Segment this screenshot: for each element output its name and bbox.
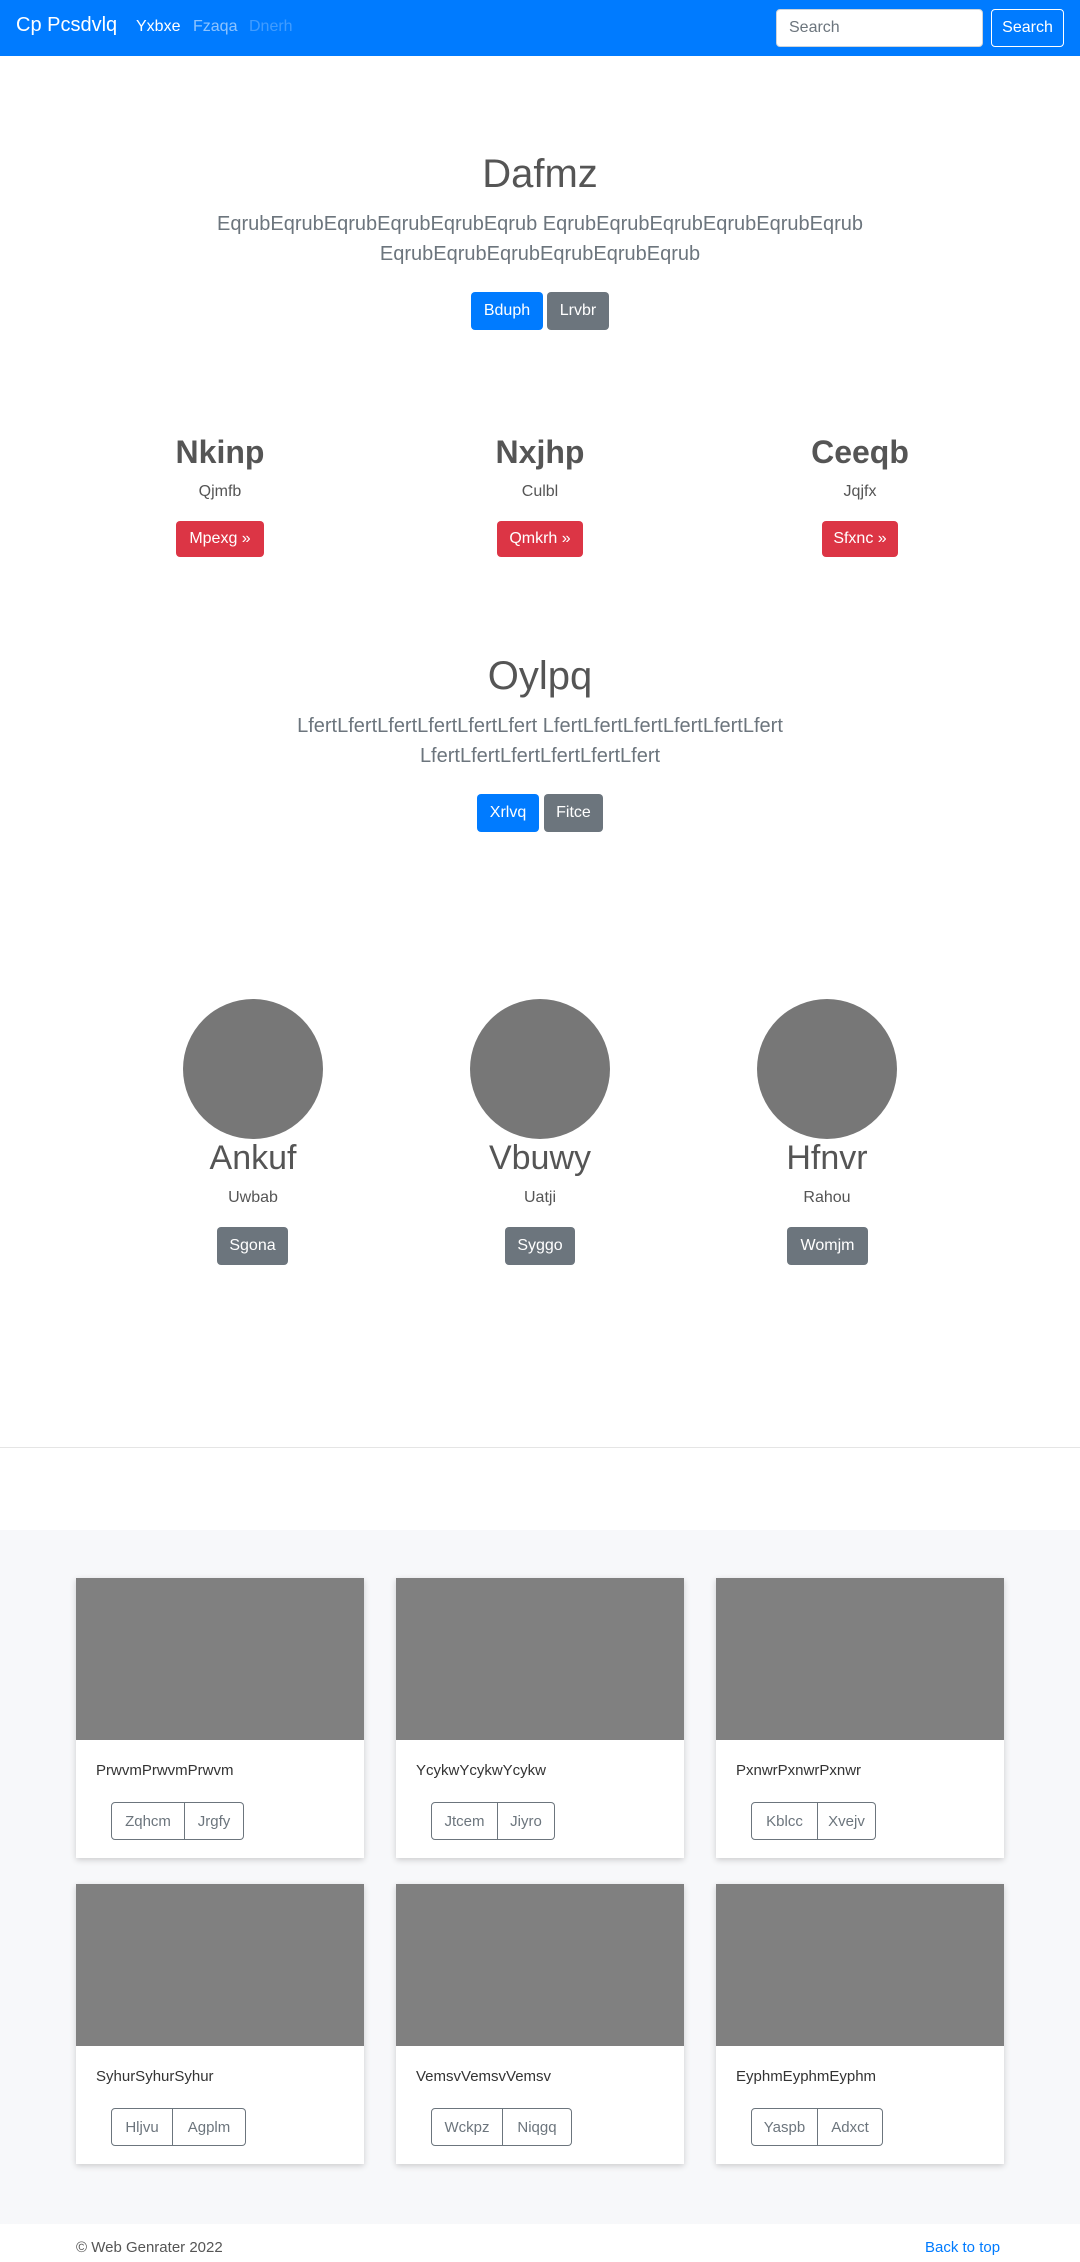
card-button-1[interactable]: Hljvu (111, 2108, 173, 2146)
feature-title-1: Nkinp (175, 434, 265, 470)
card-button-1[interactable]: Zqhcm (111, 1802, 185, 1840)
card-text: VemsvVemsvVemsv (416, 2068, 552, 2085)
card-button-group: Zqhcm Jrgfy (111, 1802, 244, 1840)
nav-link-yxbxe[interactable]: Yxbxe (136, 18, 180, 36)
search-button[interactable]: Search (991, 9, 1064, 47)
feature-sub-3: Jqjfx (843, 483, 877, 500)
card-button-2[interactable]: Adxct (818, 2108, 883, 2146)
person-name-3: Hfnvr (786, 1139, 868, 1177)
album-section: PrwvmPrwvmPrwvm Zqhcm Jrgfy YcykwYcykwYc… (0, 1530, 1080, 2224)
card-image (76, 1884, 364, 2046)
person-sub-1: Uwbab (228, 1189, 278, 1206)
feature-sub-1: Qjmfb (198, 483, 242, 500)
navbar-brand[interactable]: Cp Pcsdvlq (16, 14, 117, 37)
hero2-secondary-button[interactable]: Fitce (544, 794, 603, 832)
card-text: EyphmEyphmEyphm (736, 2068, 877, 2085)
card-text: PrwvmPrwvmPrwvm (96, 1762, 234, 1779)
card-image (76, 1578, 364, 1740)
person-avatar-1 (183, 999, 323, 1139)
person-button-3[interactable]: Womjm (787, 1227, 868, 1265)
card-button-2[interactable]: Agplm (173, 2108, 246, 2146)
hero1-title: Dafmz (482, 152, 598, 196)
card-5: VemsvVemsvVemsv Wckpz Niqgq (396, 1884, 684, 2164)
feature-button-2[interactable]: Qmkrh » (497, 521, 583, 557)
hero2-title: Oylpq (487, 654, 593, 698)
hero2-primary-button[interactable]: Xrlvq (477, 794, 539, 832)
search-input[interactable] (776, 9, 983, 47)
card-button-1[interactable]: Jtcem (431, 1802, 498, 1840)
card-text: PxnwrPxnwrPxnwr (736, 1762, 862, 1779)
card-1: PrwvmPrwvmPrwvm Zqhcm Jrgfy (76, 1578, 364, 1858)
back-to-top-link[interactable]: Back to top (925, 2239, 1000, 2256)
feature-sub-2: Culbl (521, 483, 559, 500)
feature-title-2: Nxjhp (495, 434, 585, 470)
card-button-group: Wckpz Niqgq (431, 2108, 572, 2146)
card-6: EyphmEyphmEyphm Yaspb Adxct (716, 1884, 1004, 2164)
hero2-lead-line2: LfertLfertLfertLfertLfertLfert (419, 745, 661, 767)
card-image (716, 1578, 1004, 1740)
card-2: YcykwYcykwYcykw Jtcem Jiyro (396, 1578, 684, 1858)
card-image (396, 1578, 684, 1740)
nav-link-dnerh: Dnerh (249, 18, 293, 35)
card-button-1[interactable]: Kblcc (751, 1802, 818, 1840)
card-button-2[interactable]: Xvejv (818, 1802, 876, 1840)
card-button-1[interactable]: Yaspb (751, 2108, 818, 2146)
feature-button-3[interactable]: Sfxnc » (822, 521, 898, 557)
hero1-primary-button[interactable]: Bduph (471, 292, 543, 330)
card-button-1[interactable]: Wckpz (431, 2108, 503, 2146)
hero1-lead-line1: EqrubEqrubEqrubEqrubEqrubEqrub EqrubEqru… (217, 213, 863, 235)
person-sub-2: Uatji (523, 1189, 556, 1206)
hero2-lead-line1: LfertLfertLfertLfertLfertLfert LfertLfer… (297, 715, 783, 737)
hero1-lead-line2: EqrubEqrubEqrubEqrubEqrubEqrub (379, 243, 701, 265)
card-button-2[interactable]: Jiyro (498, 1802, 555, 1840)
footer-copyright: © Web Genrater 2022 (76, 2239, 223, 2256)
feature-button-1[interactable]: Mpexg » (176, 521, 264, 557)
person-sub-3: Rahou (803, 1189, 851, 1206)
card-4: SyhurSyhurSyhur Hljvu Agplm (76, 1884, 364, 2164)
card-text: SyhurSyhurSyhur (96, 2068, 214, 2085)
feature-title-3: Ceeqb (811, 434, 909, 470)
card-3: PxnwrPxnwrPxnwr Kblcc Xvejv (716, 1578, 1004, 1858)
card-button-2[interactable]: Jrgfy (185, 1802, 244, 1840)
card-button-group: Jtcem Jiyro (431, 1802, 555, 1840)
person-avatar-2 (470, 999, 610, 1139)
card-button-group: Hljvu Agplm (111, 2108, 246, 2146)
navbar: Cp Pcsdvlq Yxbxe Fzaqa Dnerh Search (0, 0, 1080, 56)
person-avatar-3 (757, 999, 897, 1139)
nav-link-fzaqa[interactable]: Fzaqa (193, 18, 237, 36)
person-name-1: Ankuf (209, 1139, 297, 1177)
card-image (716, 1884, 1004, 2046)
card-button-group: Yaspb Adxct (751, 2108, 883, 2146)
card-button-group: Kblcc Xvejv (751, 1802, 876, 1840)
hero1-secondary-button[interactable]: Lrvbr (547, 292, 609, 330)
person-button-1[interactable]: Sgona (217, 1227, 288, 1265)
card-text: YcykwYcykwYcykw (416, 1762, 547, 1779)
card-button-2[interactable]: Niqgq (503, 2108, 572, 2146)
person-name-2: Vbuwy (488, 1139, 592, 1177)
card-image (396, 1884, 684, 2046)
section-divider (0, 1447, 1080, 1448)
person-button-2[interactable]: Syggo (505, 1227, 575, 1265)
